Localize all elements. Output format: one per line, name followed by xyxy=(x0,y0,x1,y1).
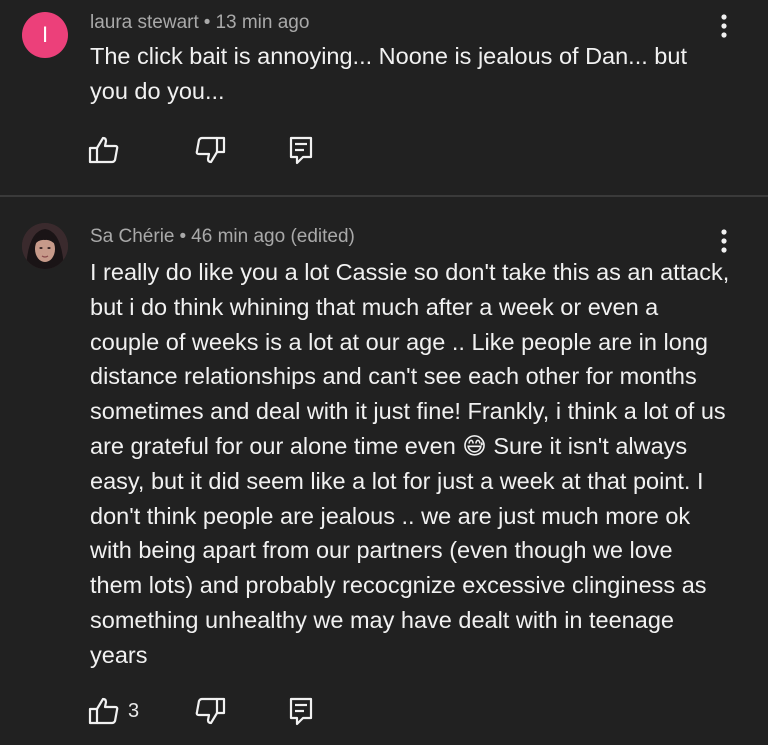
comment-item: I laura stewart • 13 min ago The click bai… xyxy=(0,0,768,195)
reply-icon xyxy=(289,697,313,726)
more-vert-icon xyxy=(721,14,727,38)
comment-meta: Sa Chérie • 46 min ago (edited) xyxy=(90,226,355,248)
comment-time: 13 min ago xyxy=(215,12,310,33)
like-button[interactable] xyxy=(88,134,120,166)
author-name[interactable]: laura stewart xyxy=(90,12,199,33)
author-name[interactable]: Sa Chérie xyxy=(90,226,175,247)
reply-button[interactable] xyxy=(288,695,314,727)
meta-separator: • xyxy=(179,226,187,247)
thumbs-down-icon xyxy=(195,136,226,164)
more-options-button[interactable] xyxy=(712,12,736,40)
thumbs-up-icon xyxy=(88,697,119,725)
dislike-button[interactable] xyxy=(194,695,226,727)
thumbs-down-icon xyxy=(195,697,226,725)
avatar[interactable] xyxy=(22,223,68,269)
dislike-button[interactable] xyxy=(194,134,226,166)
reply-button[interactable] xyxy=(288,134,314,166)
reply-icon xyxy=(289,136,313,165)
comment-meta: laura stewart • 13 min ago xyxy=(90,12,309,34)
comment-item: Sa Chérie • 46 min ago (edited) I really d… xyxy=(0,197,768,745)
more-vert-icon xyxy=(721,229,727,253)
profile-photo-icon xyxy=(22,223,68,269)
comment-time: 46 min ago (edited) xyxy=(191,226,355,247)
like-count: 3 xyxy=(128,699,140,722)
more-options-button[interactable] xyxy=(712,227,736,255)
thumbs-up-icon xyxy=(88,136,119,164)
meta-separator: • xyxy=(203,12,211,33)
like-button[interactable]: 3 xyxy=(88,695,139,727)
comment-text: I really do like you a lot Cassie so don… xyxy=(90,259,730,668)
avatar[interactable]: I xyxy=(22,12,68,58)
comment-text: The click bait is annoying... Noone is j… xyxy=(90,43,687,104)
